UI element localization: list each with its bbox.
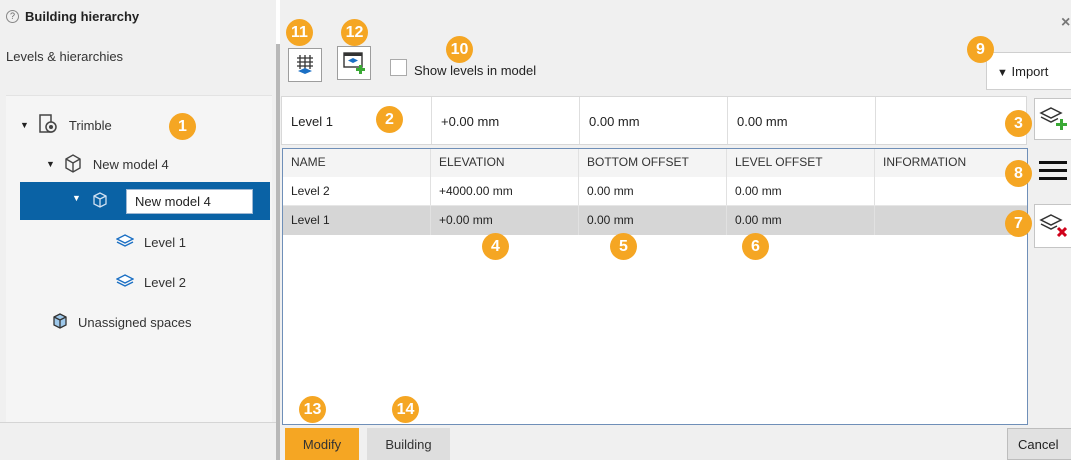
triangle-down-icon: ▼ <box>997 67 1008 79</box>
import-button[interactable]: ▼ Import <box>986 52 1071 90</box>
table-row[interactable]: Level 2 +4000.00 mm 0.00 mm 0.00 mm <box>283 177 1027 206</box>
add-layer-icon <box>1039 104 1067 135</box>
tree-node-selected[interactable]: ▼ New model 4 <box>20 182 270 220</box>
cell-name: Level 2 <box>283 177 431 205</box>
layers-icon <box>115 273 135 292</box>
levels-table: NAME ELEVATION BOTTOM OFFSET LEVEL OFFSE… <box>282 148 1028 425</box>
table-header: NAME ELEVATION BOTTOM OFFSET LEVEL OFFSE… <box>283 149 1027 178</box>
cell-elevation: +0.00 mm <box>431 206 579 235</box>
import-label: Import <box>1011 64 1049 79</box>
help-icon[interactable]: ? <box>6 10 19 23</box>
cell-level-offset: 0.00 mm <box>727 177 875 205</box>
callout-badge: 9 <box>967 36 994 63</box>
close-icon[interactable]: × <box>1061 14 1070 32</box>
elevation-input[interactable]: +0.00 mm <box>432 97 580 144</box>
grid-toggle-button[interactable] <box>288 48 322 82</box>
callout-badge: 12 <box>341 19 368 46</box>
table-row-selected[interactable]: Level 1 +0.00 mm 0.00 mm 0.00 mm <box>283 206 1027 235</box>
delete-layer-icon <box>1039 211 1068 242</box>
tree-label-trimble: Trimble <box>68 117 112 133</box>
callout-badge: 14 <box>392 396 419 423</box>
tree-label-level-1: Level 1 <box>144 234 186 250</box>
show-levels-label: Show levels in model <box>414 63 537 78</box>
expand-caret-icon[interactable]: ▼ <box>72 193 81 203</box>
tree-node-level-2[interactable]: Level 2 <box>115 270 186 294</box>
show-levels-checkbox[interactable] <box>390 59 407 76</box>
add-level-button[interactable] <box>1034 98 1071 140</box>
bottom-bar: Modify Building Cancel <box>280 428 1071 460</box>
model-cube-icon <box>63 153 83 176</box>
panel-title-text: Building hierarchy <box>25 9 140 24</box>
level-offset-input[interactable]: 0.00 mm <box>728 97 876 144</box>
hierarchy-tree: ▼ Trimble ▼ New model 4 <box>6 95 272 422</box>
add-hierarchy-button[interactable] <box>337 46 371 80</box>
panel-subtitle: Levels & hierarchies <box>6 49 124 64</box>
callout-badge: 4 <box>482 233 509 260</box>
cell-elevation: +4000.00 mm <box>431 177 579 205</box>
callout-badge: 8 <box>1005 160 1032 187</box>
gear-building-icon <box>37 113 59 138</box>
tree-node-model[interactable]: ▼ New model 4 <box>46 152 169 176</box>
cell-name: Level 1 <box>283 206 431 235</box>
column-header-elevation[interactable]: ELEVATION <box>431 149 579 177</box>
add-window-icon <box>342 50 366 77</box>
callout-badge: 1 <box>169 113 196 140</box>
model-cube-icon <box>92 191 108 212</box>
callout-badge: 3 <box>1005 110 1032 137</box>
callout-badge: 13 <box>299 396 326 423</box>
tree-node-level-1[interactable]: Level 1 <box>115 230 186 254</box>
cell-level-offset: 0.00 mm <box>727 206 875 235</box>
tree-label-unassigned: Unassigned spaces <box>78 314 192 330</box>
layers-icon <box>115 233 135 252</box>
rename-input[interactable]: New model 4 <box>126 189 253 214</box>
tree-label-model: New model 4 <box>92 156 169 172</box>
hamburger-icon <box>1038 159 1068 186</box>
tree-label-level-2: Level 2 <box>144 274 186 290</box>
menu-button[interactable] <box>1034 152 1071 192</box>
panel-title: ? Building hierarchy <box>6 9 139 24</box>
callout-badge: 7 <box>1005 210 1032 237</box>
callout-badge: 11 <box>286 19 313 46</box>
levels-panel: × Show levels in model ▼ Import Level 1 … <box>280 0 1071 460</box>
cell-bottom-offset: 0.00 mm <box>579 206 727 235</box>
callout-badge: 6 <box>742 233 769 260</box>
divider <box>0 422 276 423</box>
grid-icon <box>295 53 315 78</box>
cell-information <box>875 177 1027 205</box>
callout-badge: 10 <box>446 36 473 63</box>
column-header-level-offset[interactable]: LEVEL OFFSET <box>727 149 875 177</box>
delete-level-button[interactable] <box>1034 204 1071 248</box>
cancel-button[interactable]: Cancel <box>1007 428 1071 460</box>
expand-caret-icon[interactable]: ▼ <box>46 159 55 169</box>
expand-caret-icon[interactable]: ▼ <box>20 120 29 130</box>
tree-node-unassigned[interactable]: Unassigned spaces <box>52 310 191 334</box>
name-input[interactable]: Level 1 <box>282 97 432 144</box>
tab-building[interactable]: Building <box>367 428 450 460</box>
tab-modify[interactable]: Modify <box>285 428 359 460</box>
box-icon <box>52 312 68 333</box>
callout-badge: 2 <box>376 106 403 133</box>
bottom-offset-input[interactable]: 0.00 mm <box>580 97 728 144</box>
callout-badge: 5 <box>610 233 637 260</box>
tree-node-trimble[interactable]: ▼ Trimble <box>20 113 112 137</box>
cell-bottom-offset: 0.00 mm <box>579 177 727 205</box>
column-header-bottom-offset[interactable]: BOTTOM OFFSET <box>579 149 727 177</box>
column-header-name[interactable]: NAME <box>283 149 431 177</box>
hierarchy-panel: ? Building hierarchy Levels & hierarchie… <box>0 0 276 460</box>
